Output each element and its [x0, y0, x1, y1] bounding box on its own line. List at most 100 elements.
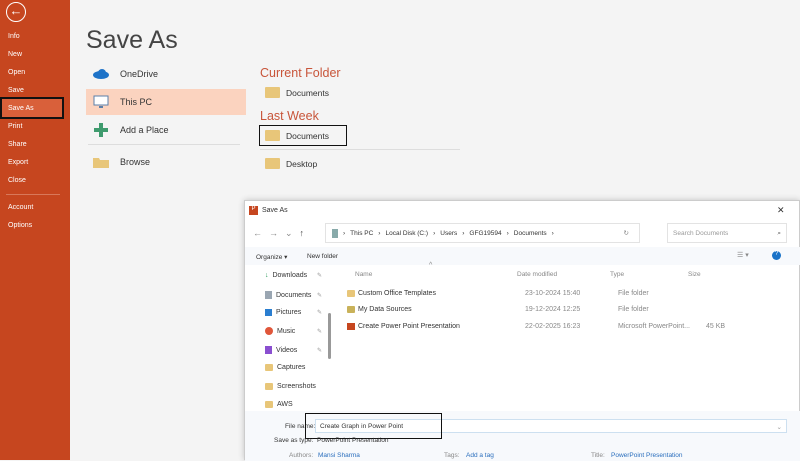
search-icon: ⌕	[777, 230, 781, 237]
file-type: File folder	[618, 306, 649, 313]
folder-label: Desktop	[286, 158, 318, 169]
save-type-select[interactable]: PowerPoint Presentation	[317, 437, 389, 444]
nav-scrollbar[interactable]	[328, 313, 331, 359]
file-date: 23-10-2024 15:40	[525, 290, 581, 297]
nav-label: Music	[277, 327, 296, 335]
breadcrumb-item[interactable]: Users	[440, 230, 457, 237]
menu-account[interactable]: Account	[8, 204, 33, 211]
menu-save-as[interactable]: Save As	[8, 105, 34, 112]
download-icon: ↓	[265, 272, 269, 279]
recent-folder-desktop[interactable]: Desktop	[265, 158, 317, 169]
pin-icon: ✎	[317, 347, 323, 354]
file-row[interactable]: My Data Sources 19-12-2024 12:25 File fold…	[347, 306, 787, 313]
nav-videos[interactable]: Videos ✎	[265, 346, 322, 354]
menu-export[interactable]: Export	[8, 159, 28, 166]
file-row[interactable]: Create Power Point Presentation 22-02-202…	[347, 323, 787, 330]
menu-new[interactable]: New	[8, 51, 22, 58]
data-sources-folder-icon	[347, 306, 355, 313]
breadcrumb-item[interactable]: GFG19594	[469, 230, 501, 237]
nav-label: Captures	[277, 364, 306, 371]
nav-downloads[interactable]: ↓ Downloads ✎	[265, 272, 322, 279]
location-label: This PC	[120, 97, 153, 107]
location-add-place[interactable]: Add a Place	[86, 117, 246, 143]
menu-open[interactable]: Open	[8, 69, 25, 76]
recent-chevron-icon[interactable]: ⌄	[285, 228, 300, 238]
powerpoint-icon: P	[249, 206, 258, 215]
close-button[interactable]: ✕	[777, 205, 785, 216]
file-name: My Data Sources	[358, 306, 412, 313]
back-button[interactable]: ←	[6, 2, 26, 22]
location-this-pc[interactable]: This PC	[86, 89, 246, 115]
cloud-icon	[90, 69, 112, 79]
folder-label: Documents	[286, 87, 329, 98]
nav-music[interactable]: Music ✎	[265, 327, 322, 335]
column-size[interactable]: Size	[688, 271, 701, 278]
file-row[interactable]: Custom Office Templates 23-10-2024 15:40 F…	[347, 290, 787, 297]
title-value[interactable]: PowerPoint Presentation	[611, 452, 683, 459]
breadcrumb-item[interactable]: Local Disk (C:)	[385, 230, 428, 237]
save-as-dialog: P Save As ✕ ←→⌄↑ › This PC › Local Disk (C…	[244, 200, 800, 461]
nav-captures[interactable]: Captures	[265, 364, 305, 371]
tags-value[interactable]: Add a tag	[466, 452, 494, 459]
folder-icon	[265, 401, 273, 408]
nav-aws[interactable]: AWS	[265, 401, 293, 408]
column-name[interactable]: Name	[355, 271, 372, 278]
nav-arrows[interactable]: ←→⌄↑	[253, 228, 311, 239]
nav-documents[interactable]: Documents ✎	[265, 291, 322, 299]
menu-close[interactable]: Close	[8, 177, 26, 184]
chevron-down-icon: ⌄	[776, 424, 782, 431]
divider	[88, 144, 240, 145]
folder-icon	[265, 364, 273, 371]
plus-icon	[90, 123, 112, 137]
dialog-title: Save As	[262, 207, 288, 214]
view-options-icon[interactable]: ☰ ▾	[737, 251, 749, 259]
organize-button[interactable]: Organize ▾	[256, 253, 287, 261]
location-onedrive[interactable]: OneDrive	[86, 61, 246, 87]
menu-options[interactable]: Options	[8, 222, 32, 229]
file-date: 19-12-2024 12:25	[525, 306, 581, 313]
nav-pictures[interactable]: Pictures ✎	[265, 309, 322, 316]
pictures-icon	[265, 309, 272, 316]
recent-folder-documents[interactable]: Documents	[265, 87, 329, 98]
authors-label: Authors:	[289, 452, 314, 459]
column-type[interactable]: Type	[610, 271, 624, 278]
menu-share[interactable]: Share	[8, 141, 27, 148]
back-arrow-icon[interactable]: ←	[253, 228, 269, 238]
pin-icon: ✎	[317, 328, 323, 335]
nav-label: AWS	[277, 401, 293, 408]
authors-value[interactable]: Mansi Sharma	[318, 452, 360, 459]
nav-label: Screenshots	[277, 383, 316, 390]
menu-print[interactable]: Print	[8, 123, 22, 130]
page-title: Save As	[86, 26, 178, 54]
refresh-icon[interactable]: ↻	[624, 229, 629, 237]
folder-icon	[265, 130, 280, 141]
folder-icon	[265, 383, 273, 390]
forward-arrow-icon[interactable]: →	[269, 228, 285, 238]
divider	[260, 149, 460, 150]
location-browse[interactable]: Browse	[86, 149, 246, 175]
current-folder-heading: Current Folder	[260, 66, 341, 80]
file-size: 45 KB	[706, 323, 726, 330]
sort-indicator-icon: ^	[429, 262, 433, 269]
save-type-label: Save as type:	[274, 437, 314, 444]
folder-label: Documents	[286, 130, 329, 141]
address-bar[interactable]: › This PC › Local Disk (C:) › Users › GFG195…	[325, 223, 640, 243]
breadcrumb-item[interactable]: This PC	[350, 230, 373, 237]
up-arrow-icon[interactable]: ↑	[300, 228, 312, 238]
videos-icon	[265, 346, 272, 354]
divider	[6, 194, 60, 195]
search-input[interactable]: Search Documents ⌕	[667, 223, 787, 243]
nav-screenshots[interactable]: Screenshots	[265, 383, 316, 390]
new-folder-button[interactable]: New folder	[307, 253, 338, 260]
music-icon	[265, 327, 273, 335]
nav-label: Videos	[276, 346, 298, 354]
nav-label: Downloads	[272, 272, 308, 279]
pin-icon: ✎	[317, 310, 323, 316]
menu-save[interactable]: Save	[8, 87, 24, 94]
breadcrumb-item[interactable]: Documents	[514, 230, 547, 237]
column-date-modified[interactable]: Date modified	[517, 271, 557, 278]
location-label: Add a Place	[120, 125, 169, 135]
help-icon[interactable]: ?	[772, 251, 781, 260]
menu-info[interactable]: Info	[8, 33, 20, 40]
recent-folder-documents-last-week[interactable]: Documents	[259, 125, 347, 146]
